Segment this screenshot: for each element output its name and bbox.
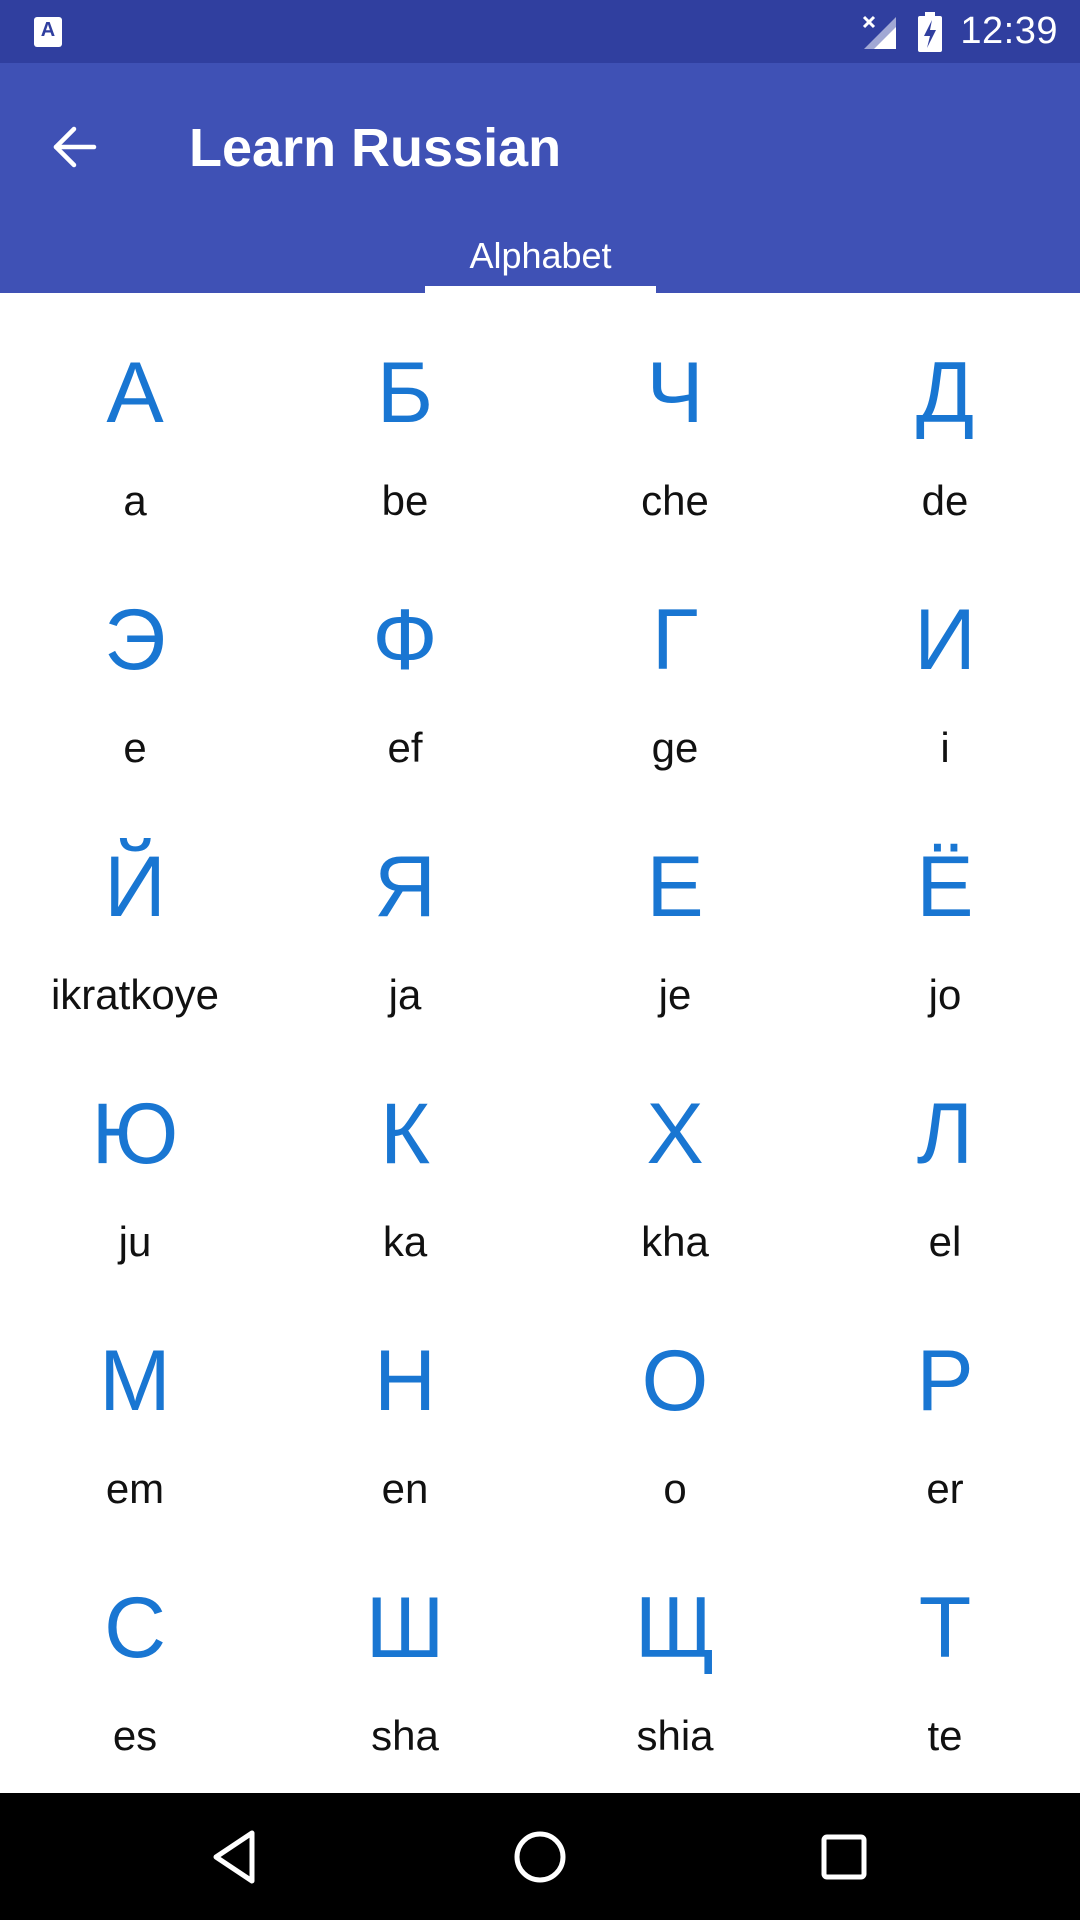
letter-cell-o[interactable]: Оo xyxy=(540,1281,810,1528)
navigation-bar xyxy=(0,1793,1080,1920)
letter-name: je xyxy=(658,971,692,1018)
letter-cell-te[interactable]: Тte xyxy=(810,1528,1080,1775)
letter-cell-ju[interactable]: Юju xyxy=(0,1034,270,1281)
letter-name: ef xyxy=(387,724,423,771)
letter-cell-ka[interactable]: Кka xyxy=(270,1034,540,1281)
letter-cell-ikratkoye[interactable]: Йikratkoye xyxy=(0,787,270,1034)
letter-cell-be[interactable]: Бbe xyxy=(270,293,540,540)
cyrillic-letter: Г xyxy=(651,592,699,688)
app-bar: Learn Russian Alphabet xyxy=(0,63,1080,293)
letter-name: el xyxy=(928,1218,962,1265)
signal-off-icon xyxy=(863,15,897,49)
cyrillic-letter: С xyxy=(103,1580,167,1676)
letter-name: en xyxy=(381,1465,429,1512)
letter-name: be xyxy=(381,477,429,524)
letter-cell-che[interactable]: Чche xyxy=(540,293,810,540)
letter-cell-el[interactable]: Лel xyxy=(810,1034,1080,1281)
cyrillic-letter: Щ xyxy=(634,1580,716,1676)
letter-name: er xyxy=(926,1465,964,1512)
cyrillic-letter: Я xyxy=(373,839,437,935)
letter-cell-i[interactable]: Иi xyxy=(810,540,1080,787)
letter-name: sha xyxy=(371,1712,439,1759)
app-notification-icon: A xyxy=(34,17,62,47)
letter-cell-kha[interactable]: Хkha xyxy=(540,1034,810,1281)
cyrillic-letter: Е xyxy=(646,839,704,935)
nav-back-button[interactable] xyxy=(200,1821,272,1893)
cyrillic-letter: И xyxy=(914,592,976,688)
nav-recents-button[interactable] xyxy=(808,1821,880,1893)
letter-name: a xyxy=(123,477,147,524)
page-title: Learn Russian xyxy=(189,118,562,178)
cyrillic-letter: Т xyxy=(918,1580,972,1676)
tab-label: Alphabet xyxy=(469,235,612,276)
letter-cell-ef[interactable]: Фef xyxy=(270,540,540,787)
letter-name: te xyxy=(927,1712,963,1759)
letter-cell-e[interactable]: Эe xyxy=(0,540,270,787)
cyrillic-letter: О xyxy=(641,1333,709,1429)
recents-square-icon xyxy=(821,1834,867,1880)
letter-cell-a[interactable]: Аa xyxy=(0,293,270,540)
cyrillic-letter: А xyxy=(106,345,164,441)
cyrillic-letter: Б xyxy=(376,345,434,441)
tab-alphabet[interactable]: Alphabet xyxy=(425,223,656,293)
letter-name: es xyxy=(112,1712,158,1759)
letter-name: de xyxy=(921,477,969,524)
cyrillic-letter: Й xyxy=(104,839,166,935)
home-circle-icon xyxy=(514,1831,566,1883)
back-triangle-icon xyxy=(213,1830,255,1884)
cyrillic-letter: Ю xyxy=(91,1086,179,1182)
letter-cell-de[interactable]: Дde xyxy=(810,293,1080,540)
letter-cell-em[interactable]: Мem xyxy=(0,1281,270,1528)
letter-name: ka xyxy=(382,1218,428,1265)
letter-name: che xyxy=(641,477,709,524)
letter-name: ikratkoye xyxy=(50,971,220,1018)
letter-name: jo xyxy=(928,971,962,1018)
cyrillic-letter: Ч xyxy=(646,345,704,441)
cyrillic-letter: Ш xyxy=(365,1580,445,1676)
letter-cell-shia[interactable]: Щshia xyxy=(540,1528,810,1775)
letter-cell-en[interactable]: Нen xyxy=(270,1281,540,1528)
cyrillic-letter: Э xyxy=(104,592,166,688)
status-bar: A 12:39 xyxy=(0,0,1080,63)
cyrillic-letter: Д xyxy=(915,345,975,441)
letter-name: i xyxy=(940,724,950,771)
letter-cell-sha[interactable]: Шsha xyxy=(270,1528,540,1775)
cyrillic-letter: М xyxy=(99,1333,171,1429)
letter-name: em xyxy=(105,1465,165,1512)
status-icons: 12:39 xyxy=(860,0,1058,63)
letter-name: ja xyxy=(388,971,422,1018)
cyrillic-letter: Ф xyxy=(372,592,438,688)
letter-name: o xyxy=(663,1465,687,1512)
letter-cell-ja[interactable]: Яja xyxy=(270,787,540,1034)
alphabet-grid: Аa Бbe Чche Дde Эe Фef Гge Иi Йikratkoye Яja Еje Ёj… xyxy=(0,293,1080,1793)
tab-indicator xyxy=(425,286,656,293)
cyrillic-letter: Ё xyxy=(916,839,974,935)
letter-name: ge xyxy=(651,724,699,771)
letter-cell-es[interactable]: Сes xyxy=(0,1528,270,1775)
letter-cell-je[interactable]: Еje xyxy=(540,787,810,1034)
back-button[interactable] xyxy=(34,107,114,187)
cyrillic-letter: Р xyxy=(916,1333,974,1429)
cyrillic-letter: Л xyxy=(916,1086,974,1182)
letter-name: kha xyxy=(641,1218,709,1265)
cyrillic-letter: Х xyxy=(646,1086,704,1182)
letter-cell-jo[interactable]: Ёjo xyxy=(810,787,1080,1034)
letter-name: shia xyxy=(636,1712,714,1759)
cyrillic-letter: К xyxy=(379,1086,431,1182)
letter-cell-er[interactable]: Рer xyxy=(810,1281,1080,1528)
cyrillic-letter: Н xyxy=(373,1333,437,1429)
battery-charging-icon xyxy=(918,11,943,52)
letter-name: e xyxy=(123,724,147,771)
status-time: 12:39 xyxy=(960,10,1058,52)
arrow-back-icon xyxy=(53,126,97,168)
letter-name: ju xyxy=(118,1218,152,1265)
letter-cell-ge[interactable]: Гge xyxy=(540,540,810,787)
nav-home-button[interactable] xyxy=(504,1821,576,1893)
